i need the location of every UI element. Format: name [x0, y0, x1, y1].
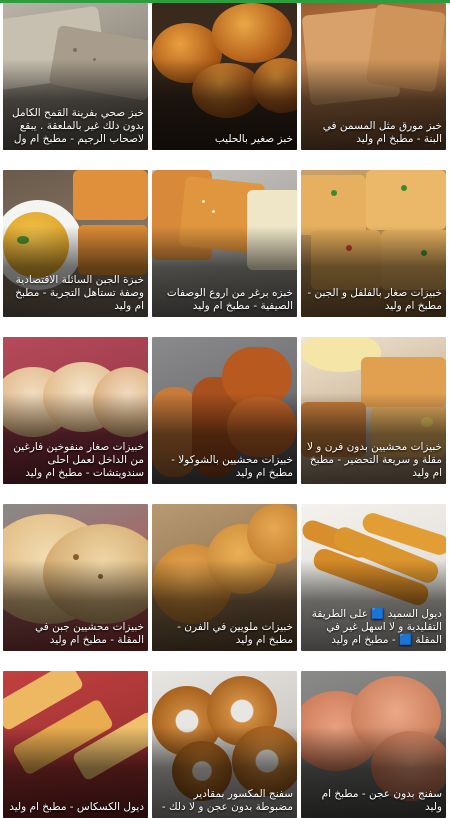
recipe-title: خبيزات محشيين بالشوكولا - مطبخ ام وليد [171, 454, 293, 479]
recipe-card[interactable]: خبز صغير بالحليب [152, 3, 297, 150]
recipe-title: خبيزات ملويين في الفرن - مطبخ ام وليد [177, 621, 293, 646]
recipe-title: خبز صغير بالحليب [214, 133, 293, 145]
recipe-title: سفنج بدون عجن - مطبخ ام وليد [321, 788, 442, 813]
recipe-title: خبيزات محشيين بدون فرن و لا مقلة و سريعة… [306, 441, 442, 479]
recipe-card[interactable]: خبزه برغر من اروع الوصفات الصيفية - مطبخ… [152, 170, 297, 317]
recipe-card[interactable]: سفنج بدون عجن - مطبخ ام وليد [301, 671, 446, 818]
recipe-card[interactable]: ديول السميد 🟦 على الطريقة التقليدية و لا… [301, 504, 446, 651]
recipe-title: ديول السميد 🟦 على الطريقة التقليدية و لا… [311, 608, 442, 646]
recipe-title: خبيزات صغار منفوخين فارغين من الداخل لعم… [13, 441, 144, 479]
recipe-card[interactable]: خبيزات محشيين بدون فرن و لا مقلة و سريعة… [301, 337, 446, 484]
recipe-title: خبز صحي بفرينة القمح الكامل بدون دلك غير… [12, 107, 144, 145]
recipe-title: سفنج المكسور بمقادير مضبوطة بدون عجن و ل… [161, 788, 293, 813]
recipe-card[interactable]: خبيزات محشيين جبن في المقلة - مطبخ ام ول… [3, 504, 148, 651]
recipe-title: خبزة الجبن السائلة الاقتصادية وصفة تستاه… [15, 274, 144, 312]
recipe-title: ديول الكسكاس - مطبخ ام وليد [9, 801, 144, 813]
recipe-card[interactable]: خبز صحي بفرينة القمح الكامل بدون دلك غير… [3, 3, 148, 150]
recipe-card[interactable]: خبز مورق مثل المسمن في البنة - مطبخ ام و… [301, 3, 446, 150]
recipe-grid: خبز صحي بفرينة القمح الكامل بدون دلك غير… [3, 3, 447, 818]
recipe-title: خبز مورق مثل المسمن في البنة - مطبخ ام و… [322, 120, 442, 145]
recipe-card[interactable]: خبيزات صغار منفوخين فارغين من الداخل لعم… [3, 337, 148, 484]
recipe-card[interactable]: خبيزات ملويين في الفرن - مطبخ ام وليد [152, 504, 297, 651]
recipe-card[interactable]: خبيزات صغار بالفلفل و الجبن - مطبخ ام ول… [301, 170, 446, 317]
recipe-card[interactable]: ديول الكسكاس - مطبخ ام وليد [3, 671, 148, 818]
recipe-title: خبزه برغر من اروع الوصفات الصيفية - مطبخ… [166, 287, 293, 312]
recipe-title: خبيزات صغار بالفلفل و الجبن - مطبخ ام ول… [307, 287, 442, 312]
recipe-card[interactable]: خبزة الجبن السائلة الاقتصادية وصفة تستاه… [3, 170, 148, 317]
recipe-card[interactable]: سفنج المكسور بمقادير مضبوطة بدون عجن و ل… [152, 671, 297, 818]
recipe-title: خبيزات محشيين جبن في المقلة - مطبخ ام ول… [35, 621, 144, 646]
recipe-card[interactable]: خبيزات محشيين بالشوكولا - مطبخ ام وليد [152, 337, 297, 484]
